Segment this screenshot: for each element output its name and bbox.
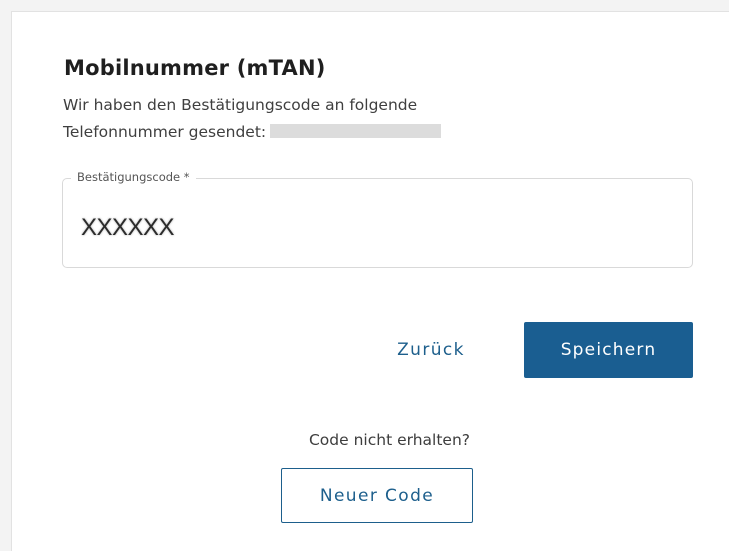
dialog-description: Wir haben den Bestätigungscode an folgen… (63, 92, 623, 146)
description-line-2-text: Telefonnummer gesendet: (63, 123, 267, 141)
verification-code-input[interactable] (81, 211, 671, 245)
verification-code-field[interactable]: Bestätigungscode * (62, 170, 693, 268)
description-line-2: Telefonnummer gesendet: (63, 119, 623, 146)
description-line-1: Wir haben den Bestätigungscode an folgen… (63, 96, 418, 114)
verification-code-label: Bestätigungscode * (71, 170, 196, 184)
new-code-button[interactable]: Neuer Code (281, 468, 473, 523)
phone-number-redacted (270, 124, 442, 138)
dialog-title: Mobilnummer (mTAN) (64, 56, 326, 80)
code-not-received-text: Code nicht erhalten? (308, 431, 471, 449)
back-button[interactable]: Zurück (381, 330, 481, 370)
save-button[interactable]: Speichern (524, 322, 693, 378)
mtan-dialog: Mobilnummer (mTAN) Wir haben den Bestäti… (11, 11, 729, 551)
